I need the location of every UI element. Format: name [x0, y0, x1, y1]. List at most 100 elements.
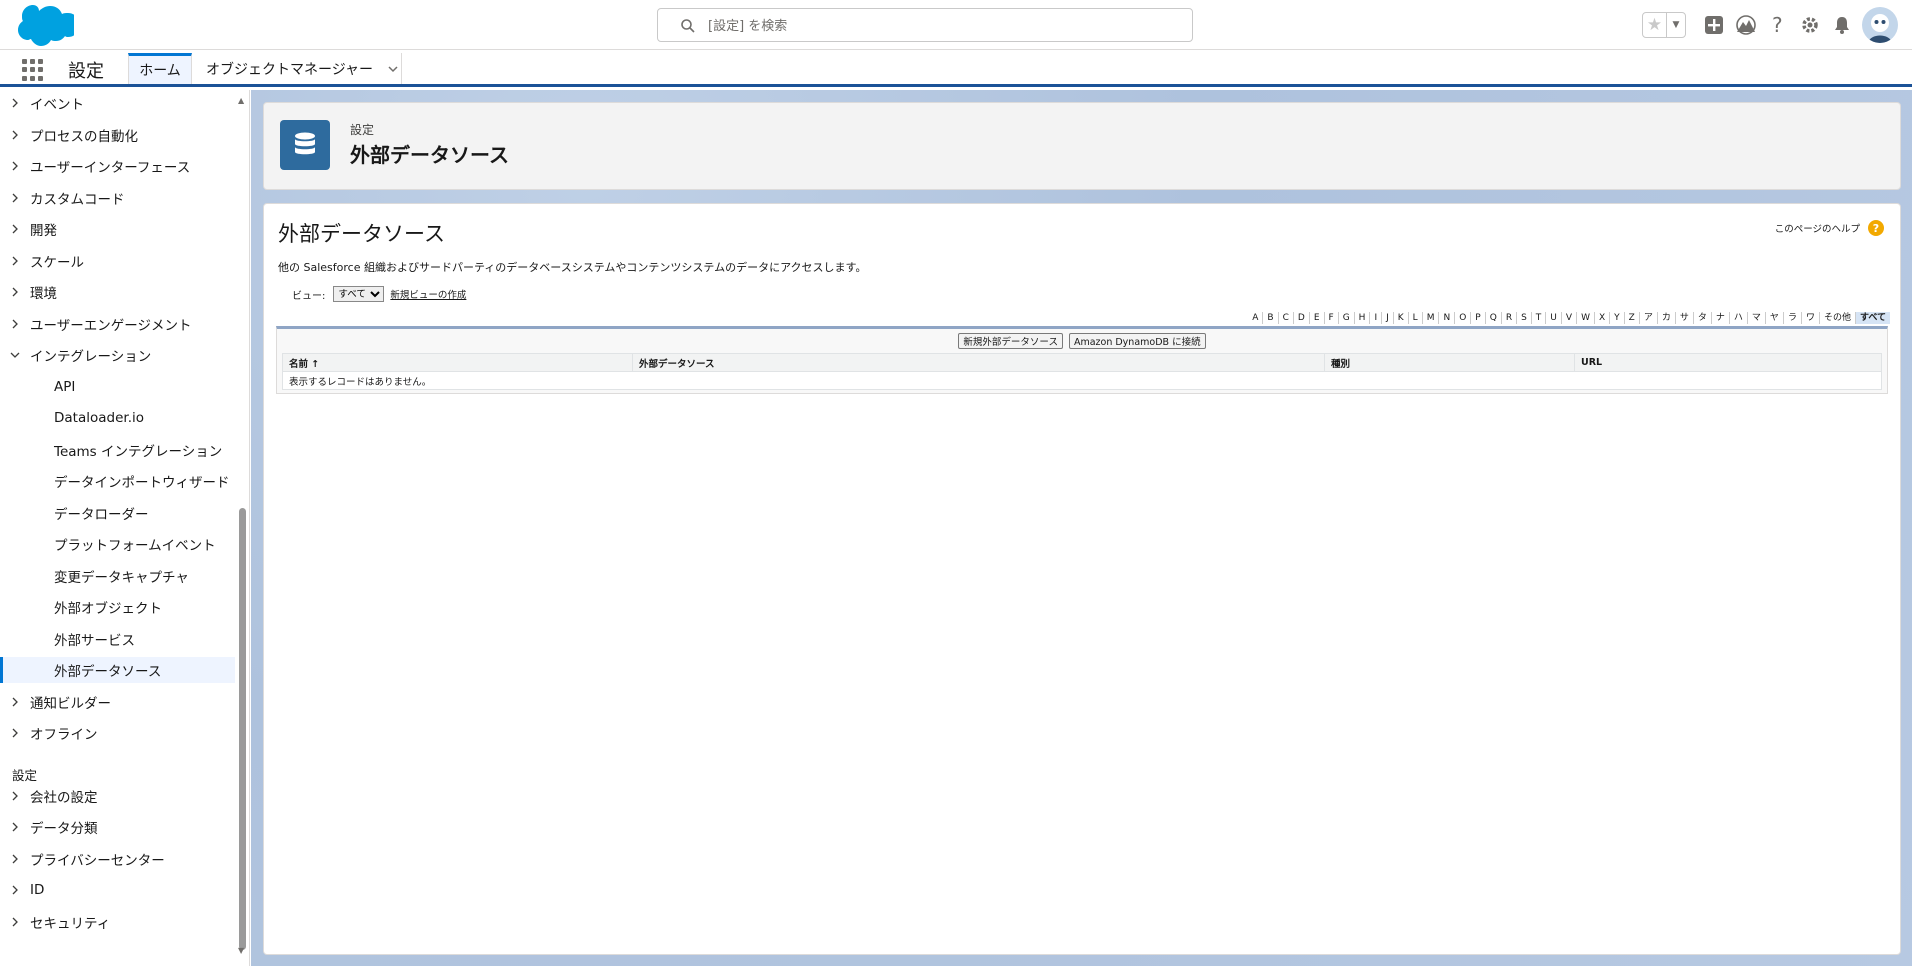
alphabet-filter-item[interactable]: E	[1308, 312, 1324, 324]
setup-button[interactable]	[1794, 9, 1826, 41]
alphabet-filter-item[interactable]: ア	[1638, 312, 1657, 324]
sidebar-item-company-settings[interactable]: 会社の設定	[0, 783, 235, 809]
alphabet-filter-item[interactable]: W	[1576, 312, 1594, 324]
chevron-right-icon[interactable]	[9, 853, 21, 865]
star-icon[interactable]: ★	[1643, 13, 1667, 37]
trailhead-button[interactable]	[1730, 9, 1762, 41]
alphabet-filter-item[interactable]: マ	[1746, 312, 1765, 324]
alphabet-filter-item[interactable]: ワ	[1800, 312, 1819, 324]
sidebar-child-data-import-wizard[interactable]: データインポートウィザード	[0, 468, 235, 494]
scroll-down-icon[interactable]: ▼	[238, 946, 244, 955]
alphabet-filter-item[interactable]: タ	[1692, 312, 1711, 324]
app-launcher-icon[interactable]	[22, 59, 44, 81]
alphabet-filter-item[interactable]: C	[1277, 312, 1293, 324]
alphabet-filter-item[interactable]: T	[1530, 312, 1546, 324]
sidebar-item-identity[interactable]: ID	[0, 877, 235, 903]
user-avatar[interactable]	[1862, 7, 1898, 43]
chevron-right-icon[interactable]	[9, 727, 21, 739]
tab-object-manager[interactable]: オブジェクトマネージャー	[196, 53, 402, 84]
chevron-right-icon[interactable]	[9, 192, 21, 204]
sidebar-item-integrations[interactable]: インテグレーション	[0, 342, 235, 368]
alphabet-filter-item[interactable]: G	[1337, 312, 1354, 324]
alphabet-filter-item[interactable]: L	[1407, 312, 1422, 324]
sidebar-item-privacy-center[interactable]: プライバシーセンター	[0, 846, 235, 872]
chevron-right-icon[interactable]	[9, 255, 21, 267]
alphabet-filter-item[interactable]: V	[1560, 312, 1576, 324]
global-search-box[interactable]	[657, 8, 1193, 42]
chevron-down-icon[interactable]	[387, 63, 399, 75]
chevron-right-icon[interactable]	[9, 129, 21, 141]
chevron-right-icon[interactable]	[9, 916, 21, 928]
alphabet-filter-item[interactable]: U	[1545, 312, 1561, 324]
alphabet-filter-item[interactable]: S	[1516, 312, 1531, 324]
alphabet-filter-item[interactable]: I	[1369, 312, 1381, 324]
chevron-right-icon[interactable]	[9, 790, 21, 802]
alphabet-filter-item[interactable]: H	[1353, 312, 1370, 324]
chevron-right-icon[interactable]	[9, 696, 21, 708]
alphabet-filter-item[interactable]: J	[1381, 312, 1393, 324]
salesforce-logo-icon[interactable]	[14, 4, 80, 46]
help-link-label[interactable]: このページのヘルプ	[1775, 221, 1860, 235]
search-input[interactable]	[708, 15, 1168, 37]
chevron-right-icon[interactable]	[9, 318, 21, 330]
alphabet-filter-item[interactable]: O	[1454, 312, 1470, 324]
sidebar-scrollbar[interactable]: ▲ ▼	[237, 90, 247, 966]
sidebar-item-offline[interactable]: オフライン	[0, 720, 235, 746]
new-external-data-source-button[interactable]: 新規外部データソース	[958, 333, 1063, 349]
sidebar-child-data-loader[interactable]: データローダー	[0, 500, 235, 526]
column-header-url[interactable]: URL	[1574, 353, 1882, 372]
chevron-right-icon[interactable]	[9, 884, 21, 896]
sidebar-child-dataloader-io[interactable]: Dataloader.io	[0, 405, 235, 431]
chevron-right-icon[interactable]	[9, 223, 21, 235]
sidebar-item-user-engagement[interactable]: ユーザーエンゲージメント	[0, 311, 235, 337]
sidebar-item-data-classification[interactable]: データ分類	[0, 814, 235, 840]
column-header-type[interactable]: 種別	[1324, 353, 1575, 372]
connect-dynamodb-button[interactable]: Amazon DynamoDB に接続	[1068, 333, 1206, 349]
help-link[interactable]: このページのヘルプ ?	[1775, 220, 1884, 236]
alphabet-filter-item[interactable]: K	[1392, 312, 1408, 324]
sidebar-child-external-data-sources[interactable]: 外部データソース	[0, 657, 235, 683]
alphabet-filter-item[interactable]: Y	[1609, 312, 1624, 324]
sidebar-child-teams-integration[interactable]: Teams インテグレーション	[0, 437, 235, 463]
tab-home[interactable]: ホーム	[128, 53, 192, 84]
scroll-up-icon[interactable]: ▲	[238, 96, 244, 105]
alphabet-filter-item[interactable]: ラ	[1782, 312, 1801, 324]
sidebar-item-development[interactable]: 開発	[0, 216, 235, 242]
chevron-down-icon[interactable]	[9, 349, 21, 361]
help-icon[interactable]: ?	[1868, 220, 1884, 236]
alphabet-filter-item[interactable]: B	[1262, 312, 1277, 324]
chevron-right-icon[interactable]	[9, 286, 21, 298]
alphabet-filter-item[interactable]: R	[1500, 312, 1516, 324]
alphabet-filter-item[interactable]: ヤ	[1764, 312, 1783, 324]
sidebar-child-platform-events[interactable]: プラットフォームイベント	[0, 531, 235, 557]
sidebar-item-custom-code[interactable]: カスタムコード	[0, 185, 235, 211]
alphabet-filter-item[interactable]: Q	[1484, 312, 1501, 324]
sidebar-item-events[interactable]: イベント	[0, 90, 235, 116]
breadcrumb[interactable]: 設定	[350, 121, 374, 138]
sidebar-item-security[interactable]: セキュリティ	[0, 909, 235, 935]
sidebar-item-notification-builder[interactable]: 通知ビルダー	[0, 689, 235, 715]
global-actions-button[interactable]	[1698, 9, 1730, 41]
alphabet-filter-item[interactable]: Z	[1623, 312, 1639, 324]
sidebar-item-process-automation[interactable]: プロセスの自動化	[0, 122, 235, 148]
column-header-external-data-source[interactable]: 外部データソース	[632, 353, 1325, 372]
chevron-right-icon[interactable]	[9, 821, 21, 833]
sidebar-child-api[interactable]: API	[0, 374, 235, 400]
sidebar-item-scale[interactable]: スケール	[0, 248, 235, 274]
alphabet-filter-item[interactable]: その他	[1818, 312, 1855, 324]
sidebar-item-environments[interactable]: 環境	[0, 279, 235, 305]
alphabet-filter-item[interactable]: X	[1593, 312, 1609, 324]
alphabet-filter-item[interactable]: カ	[1656, 312, 1675, 324]
help-button[interactable]: ?	[1762, 9, 1794, 41]
notifications-button[interactable]	[1826, 9, 1858, 41]
chevron-down-icon[interactable]: ▼	[1667, 13, 1685, 37]
column-header-name[interactable]: 名前 ↑	[282, 353, 633, 372]
alphabet-filter-item[interactable]: A	[1248, 312, 1262, 324]
sidebar-child-change-data-capture[interactable]: 変更データキャプチャ	[0, 563, 235, 589]
sidebar-child-external-objects[interactable]: 外部オブジェクト	[0, 594, 235, 620]
new-view-link[interactable]: 新規ビューの作成	[390, 287, 466, 301]
sidebar-item-user-interface[interactable]: ユーザーインターフェース	[0, 153, 235, 179]
alphabet-filter-item[interactable]: ハ	[1728, 312, 1747, 324]
alphabet-filter-item[interactable]: すべて	[1854, 312, 1890, 324]
alphabet-filter-item[interactable]: ナ	[1710, 312, 1729, 324]
